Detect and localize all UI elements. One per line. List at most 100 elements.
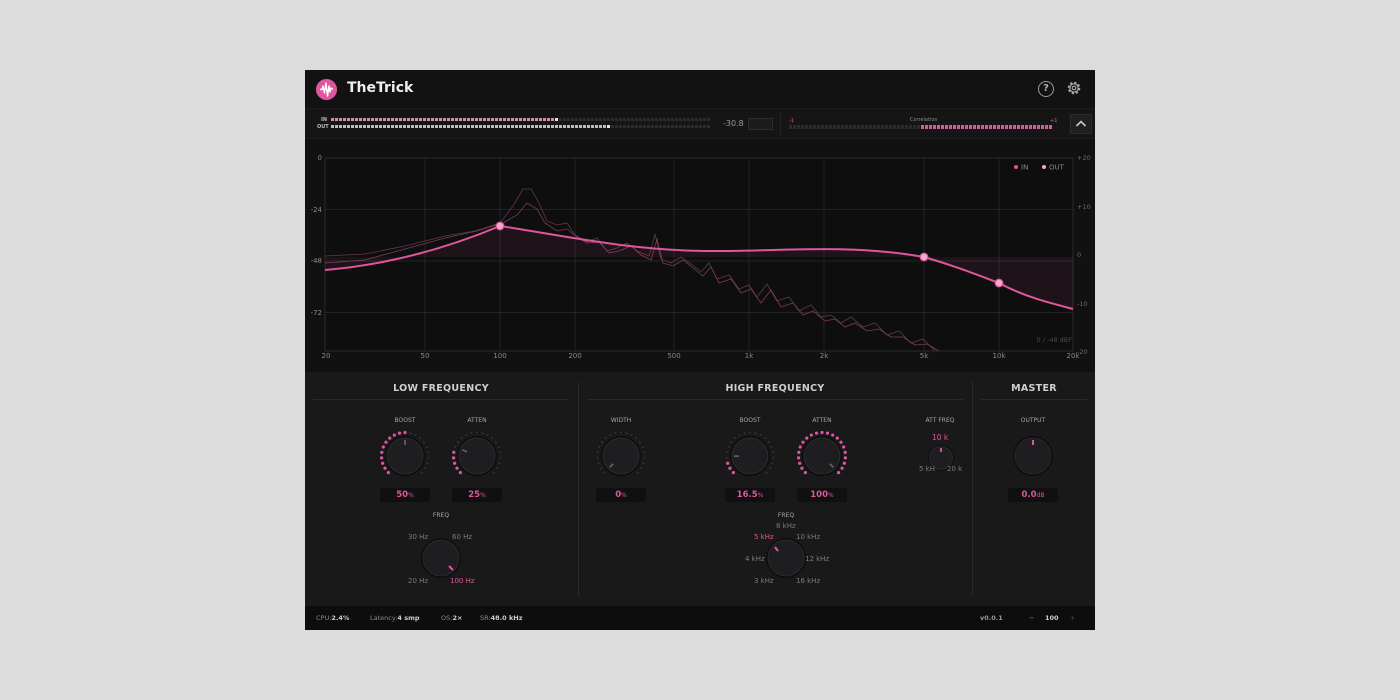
correlation-segment <box>985 125 988 129</box>
high-freq-option[interactable]: 12 kHz <box>805 555 829 563</box>
sr-value: 48.0 kHz <box>490 614 523 622</box>
latency-label: Latency: <box>370 614 398 622</box>
meter-segment <box>511 118 514 121</box>
meter-segment <box>647 125 650 128</box>
gear-icon[interactable] <box>1065 79 1083 97</box>
low-freq-option[interactable]: 30 Hz <box>408 533 428 541</box>
high-freq-option[interactable]: 4 kHz <box>745 555 765 563</box>
meter-segment <box>651 125 654 128</box>
high-freq-option[interactable]: 3 kHz <box>754 577 774 585</box>
meter-segment <box>667 118 670 121</box>
correlation-segment <box>1049 125 1052 129</box>
meter-segment <box>623 118 626 121</box>
meter-segment <box>403 125 406 128</box>
meter-segment <box>639 125 642 128</box>
controls-panel: LOW FREQUENCY HIGH FREQUENCY MASTER BOOS… <box>305 372 1095 606</box>
meter-segment <box>659 118 662 121</box>
oversampling-status[interactable]: OS:2× <box>441 614 462 622</box>
knob-arc-dot <box>837 471 841 475</box>
meter-segment <box>371 125 374 128</box>
high-boost-knob[interactable] <box>724 430 776 482</box>
low-freq-option-selected[interactable]: 100 Hz <box>450 577 475 585</box>
correlation-segment <box>1021 125 1024 129</box>
latency-status: Latency:4 smp <box>370 614 420 622</box>
high-freq-selector-knob[interactable] <box>764 536 808 580</box>
meter-segment <box>571 125 574 128</box>
collapse-button[interactable] <box>1070 114 1092 134</box>
zoom-in-button[interactable]: + <box>1070 614 1075 622</box>
high-boost-node[interactable] <box>919 252 929 262</box>
low-atten-value[interactable]: 25% <box>452 488 502 502</box>
low-atten-knob[interactable] <box>451 430 503 482</box>
low-freq-label: FREQ <box>432 512 450 519</box>
high-atten-node[interactable] <box>994 278 1004 288</box>
y-label-right: +10 <box>1077 203 1091 211</box>
meter-segment <box>591 118 594 121</box>
meter-segment <box>415 125 418 128</box>
low-boost-node[interactable] <box>495 221 505 231</box>
correlation-segment <box>937 125 940 129</box>
knob-arc-dot <box>425 446 428 448</box>
knob-arc-dot <box>803 471 807 475</box>
knob-arc-dot <box>420 471 423 474</box>
high-freq-option[interactable]: 10 kHz <box>796 533 820 541</box>
peak-readout: -30.8 <box>723 119 744 128</box>
knob-arc-dot <box>609 434 612 436</box>
meter-segment <box>363 125 366 128</box>
meter-segment <box>391 125 394 128</box>
low-atten-unit: % <box>480 492 486 499</box>
high-freq-option-selected[interactable]: 5 kHz <box>754 533 774 541</box>
help-icon[interactable]: ? <box>1038 81 1054 97</box>
low-boost-value[interactable]: 50% <box>380 488 430 502</box>
section-separator <box>972 382 973 596</box>
output-knob[interactable] <box>1007 430 1059 482</box>
meter-segment <box>559 118 562 121</box>
knob-arc-dot <box>458 471 462 475</box>
y-label-left: -72 <box>311 309 322 317</box>
knob-arc-dot <box>451 456 456 460</box>
meter-segment <box>687 125 690 128</box>
os-value: 2× <box>452 614 463 622</box>
high-boost-value[interactable]: 16.5% <box>725 488 775 502</box>
width-knob[interactable] <box>595 430 647 482</box>
meter-segment <box>407 118 410 121</box>
knob-arc-dot <box>625 432 628 435</box>
high-freq-option[interactable]: 16 kHz <box>796 577 820 585</box>
zoom-out-button[interactable]: − <box>1029 614 1034 622</box>
correlation-segment <box>949 125 952 129</box>
meter-segment <box>631 125 634 128</box>
master-title: MASTER <box>1011 383 1057 394</box>
correlation-segment <box>833 125 836 129</box>
low-freq-option[interactable]: 20 Hz <box>408 577 428 585</box>
width-value[interactable]: 0% <box>596 488 646 502</box>
high-atten-knob[interactable] <box>796 430 848 482</box>
high-atten-label: ATTEN <box>812 417 832 424</box>
meter-segment <box>647 118 650 121</box>
meter-segment <box>627 125 630 128</box>
meter-segment <box>651 118 654 121</box>
correlation-segment <box>821 125 824 129</box>
cpu-status: CPU:2.4% <box>316 614 349 622</box>
knob-arc-dot <box>381 445 385 449</box>
low-frequency-title: LOW FREQUENCY <box>393 383 489 394</box>
peak-reset-button[interactable] <box>748 118 773 130</box>
meter-segment <box>591 125 594 128</box>
knob-arc-dot <box>614 432 617 435</box>
high-atten-value[interactable]: 100% <box>797 488 847 502</box>
knob-arc-dot <box>427 456 430 459</box>
meter-segment <box>447 118 450 121</box>
knob-arc-dot <box>796 456 801 460</box>
knob-arc-dot <box>486 434 489 436</box>
knob-arc-dot <box>386 471 390 475</box>
meter-segment <box>559 125 562 128</box>
meter-segment <box>511 125 514 128</box>
knob-arc-dot <box>770 446 773 448</box>
meter-segment <box>375 125 378 128</box>
low-boost-knob[interactable] <box>379 430 431 482</box>
output-value[interactable]: 0.0dB <box>1008 488 1058 502</box>
knob-arc-dot <box>397 431 402 435</box>
meter-segment <box>687 118 690 121</box>
low-freq-selector-knob[interactable] <box>419 536 463 580</box>
high-freq-option[interactable]: 8 kHz <box>776 522 796 530</box>
low-freq-option[interactable]: 60 Hz <box>452 533 472 541</box>
